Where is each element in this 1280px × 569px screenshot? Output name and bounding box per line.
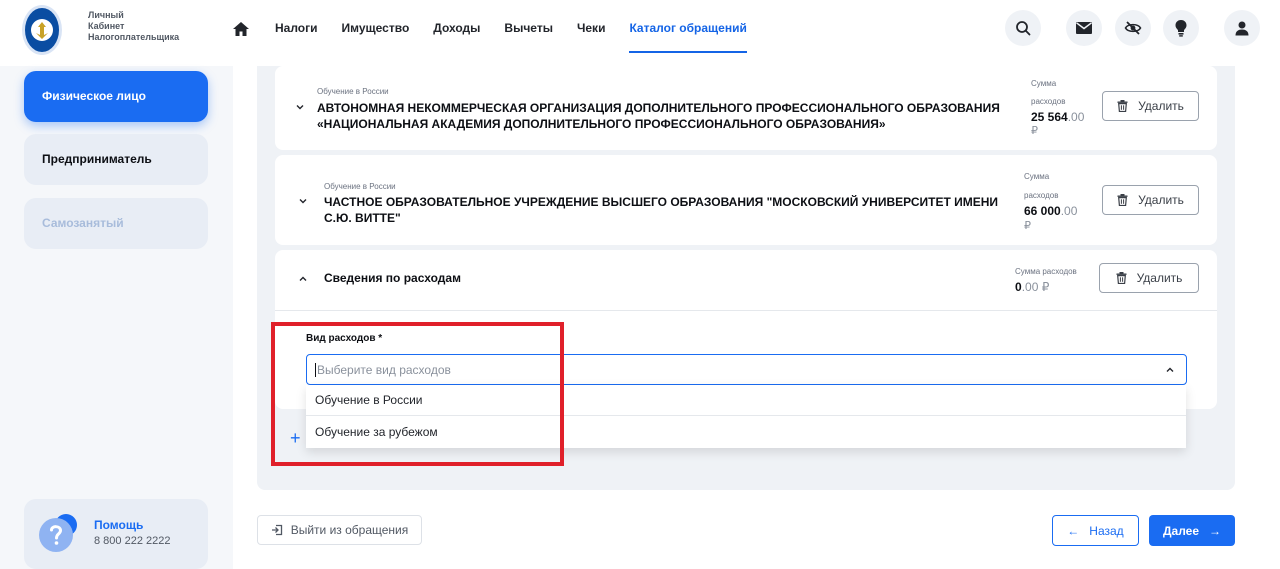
chevron-up-icon[interactable] <box>297 273 309 285</box>
main-nav: Налоги Имущество Доходы Вычеты Чеки Ката… <box>275 0 771 66</box>
tips-button[interactable] <box>1163 10 1199 46</box>
messages-button[interactable] <box>1066 10 1102 46</box>
back-button[interactable]: ← Назад <box>1052 515 1139 546</box>
sum-label: расходов <box>1024 191 1059 200</box>
help-question-icon <box>39 514 77 552</box>
trash-icon <box>1117 100 1128 112</box>
user-icon <box>1235 21 1249 36</box>
nav-appeals-catalog[interactable]: Каталог обращений <box>629 0 748 66</box>
tab-entrepreneur[interactable]: Предприниматель <box>24 134 208 185</box>
profile-button[interactable] <box>1224 10 1260 46</box>
brand-title: Личный Кабинет Налогоплательщика <box>88 10 180 42</box>
nav-property[interactable]: Имущество <box>342 0 410 66</box>
nav-taxes[interactable]: Налоги <box>275 0 318 66</box>
next-button[interactable]: Далее → <box>1149 515 1235 546</box>
card-category: Обучение в России <box>324 182 396 191</box>
nav-receipts[interactable]: Чеки <box>577 0 606 66</box>
sum-label: Сумма расходов <box>1015 267 1077 276</box>
chevron-down-icon[interactable] <box>294 101 306 113</box>
header: Личный Кабинет Налогоплательщика Налоги … <box>0 0 1280 66</box>
sum-value: 25 564.00 <box>1031 110 1085 124</box>
nav-income[interactable]: Доходы <box>433 0 480 66</box>
visibility-button[interactable] <box>1115 10 1151 46</box>
help-title: Помощь <box>94 518 144 532</box>
currency-sign: ₽ <box>1031 125 1038 137</box>
card-category: Обучение в России <box>317 87 389 96</box>
chevron-down-icon[interactable] <box>297 195 309 207</box>
tab-self-employed: Самозанятый <box>24 198 208 249</box>
eye-off-icon <box>1124 21 1142 35</box>
card-title: АВТОНОМНАЯ НЕКОММЕРЧЕСКАЯ ОРГАНИЗАЦИЯ ДО… <box>317 101 1000 131</box>
help-card[interactable]: Помощь 8 800 222 2222 <box>24 499 208 569</box>
expense-card-title: Сведения по расходам <box>324 271 461 285</box>
help-phone: 8 800 222 2222 <box>94 535 171 547</box>
red-highlight-box <box>271 322 564 466</box>
sum-value: 66 000.00 <box>1024 204 1078 218</box>
sum-label: расходов <box>1031 97 1066 106</box>
tab-individual[interactable]: Физическое лицо <box>24 71 208 122</box>
delete-button[interactable]: Удалить <box>1102 185 1199 215</box>
sum-value: 0.00 ₽ <box>1015 280 1050 294</box>
search-icon <box>1016 21 1031 36</box>
divider <box>275 310 1217 311</box>
trash-icon <box>1116 272 1127 284</box>
mail-icon <box>1076 22 1092 34</box>
sum-label: Сумма <box>1024 172 1050 181</box>
fns-logo[interactable] <box>22 5 62 55</box>
nav-deductions[interactable]: Вычеты <box>504 0 553 66</box>
card-title: ЧАСТНОЕ ОБРАЗОВАТЕЛЬНОЕ УЧРЕЖДЕНИЕ ВЫСШЕ… <box>324 195 999 225</box>
exit-appeal-button[interactable]: Выйти из обращения <box>257 515 422 545</box>
trash-icon <box>1117 194 1128 206</box>
lightbulb-icon <box>1175 20 1187 37</box>
home-icon[interactable] <box>231 19 251 39</box>
chevron-up-icon[interactable] <box>1164 364 1176 376</box>
search-button[interactable] <box>1005 10 1041 46</box>
arrow-left-icon: ← <box>1067 523 1080 538</box>
currency-sign: ₽ <box>1024 220 1031 232</box>
sum-label: Сумма <box>1031 79 1057 88</box>
delete-button[interactable]: Удалить <box>1102 91 1199 121</box>
delete-button[interactable]: Удалить <box>1099 263 1199 293</box>
arrow-right-icon: → <box>1209 523 1222 538</box>
logout-icon <box>271 524 282 536</box>
